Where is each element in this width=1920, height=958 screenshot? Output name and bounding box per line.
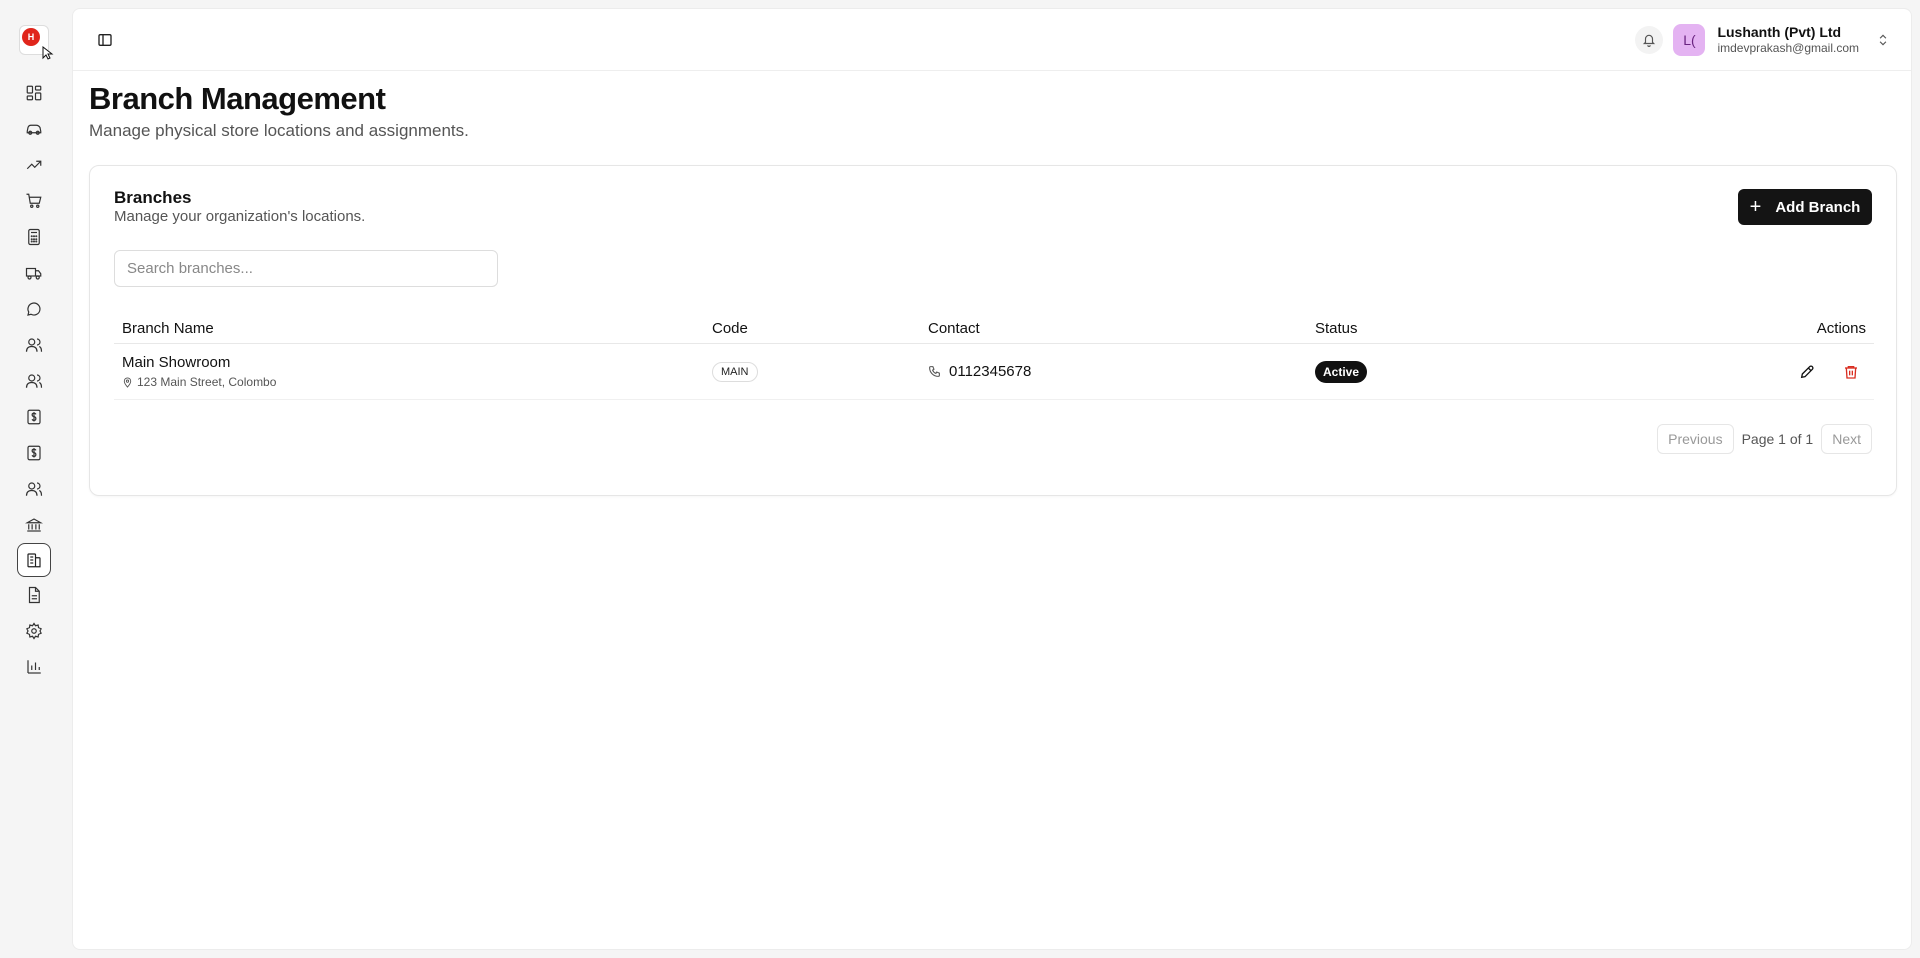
next-page-button[interactable]: Next: [1821, 424, 1872, 454]
user-menu: L( Lushanth (Pvt) Ltd imdevprakash@gmail…: [1635, 23, 1893, 56]
calculator-icon: [28, 228, 40, 246]
dashboard-icon: [26, 85, 42, 101]
sidebar-item-sales[interactable]: [16, 147, 52, 183]
contact-info: 0112345678: [928, 363, 1315, 380]
contact-phone: 0112345678: [949, 363, 1032, 380]
avatar[interactable]: L(: [1673, 23, 1706, 56]
bank-icon: [25, 518, 43, 532]
branches-table: Branch Name Code Contact Status Actions …: [114, 314, 1874, 400]
previous-page-button[interactable]: Previous: [1657, 424, 1734, 454]
trending-up-icon: [26, 160, 42, 170]
cart-icon: [26, 193, 42, 208]
page-subtitle: Manage physical store locations and assi…: [89, 121, 469, 140]
sidebar-item-delivery[interactable]: [16, 255, 52, 291]
user-email: imdevprakash@gmail.com: [1717, 40, 1859, 55]
app-logo[interactable]: H: [19, 25, 54, 60]
sidebar-nav: [16, 67, 52, 685]
page-title: Branch Management: [89, 81, 386, 116]
sidebar: H: [0, 0, 68, 958]
page-header: Branch Management Manage physical store …: [73, 71, 1911, 141]
sidebar-item-finance[interactable]: [16, 399, 52, 435]
pencil-icon: [1800, 365, 1814, 378]
truck-icon: [25, 267, 42, 280]
sidebar-item-users[interactable]: [16, 471, 52, 507]
bar-chart-icon: [27, 660, 41, 674]
page-indicator: Page 1 of 1: [1741, 431, 1814, 447]
sidebar-item-settings[interactable]: [16, 613, 52, 649]
sidebar-item-cart[interactable]: [16, 183, 52, 219]
chat-icon: [27, 302, 41, 316]
trash-icon: [1845, 365, 1857, 379]
card-title: Branches: [114, 188, 192, 207]
status-cell: Active: [1315, 360, 1615, 383]
plus-icon: +: [1749, 195, 1762, 218]
card-subtitle: Manage your organization's locations.: [114, 208, 366, 225]
sidebar-item-branches[interactable]: [17, 543, 51, 577]
row-actions: [1615, 357, 1866, 387]
code-cell: MAIN: [712, 361, 928, 382]
phone-icon: [929, 366, 940, 377]
logo-mark: H: [22, 28, 40, 46]
account-switcher-button[interactable]: [1873, 30, 1893, 50]
sidebar-toggle-button[interactable]: [91, 26, 119, 54]
status-badge: Active: [1315, 360, 1368, 383]
chevrons-up-down-icon: [1879, 34, 1887, 45]
search-input[interactable]: [114, 250, 498, 287]
user-info[interactable]: Lushanth (Pvt) Ltd imdevprakash@gmail.co…: [1717, 24, 1859, 55]
actions-cell: [1615, 357, 1874, 387]
user-name: Lushanth (Pvt) Ltd: [1717, 23, 1842, 40]
sidebar-item-documents[interactable]: [16, 577, 52, 613]
table-header: Branch Name Code Contact Status Actions: [114, 314, 1874, 344]
branch-name: Main Showroom: [122, 354, 231, 371]
panel-left-icon: [98, 33, 112, 46]
top-bar: L( Lushanth (Pvt) Ltd imdevprakash@gmail…: [73, 9, 1911, 71]
users-icon: [25, 374, 43, 388]
column-header-actions: Actions: [1816, 320, 1866, 337]
branches-card: Branches Manage your organization's loca…: [89, 165, 1897, 496]
sidebar-item-messages[interactable]: [16, 291, 52, 327]
column-header-code: Code: [712, 320, 748, 337]
pagination: Previous Page 1 of 1 Next: [1657, 424, 1872, 454]
car-icon: [26, 124, 42, 135]
sidebar-item-dashboard[interactable]: [16, 75, 52, 111]
sidebar-item-banking[interactable]: [16, 507, 52, 543]
add-branch-button[interactable]: + Add Branch: [1738, 189, 1872, 225]
delete-button[interactable]: [1836, 357, 1866, 387]
map-pin-icon: [123, 377, 132, 388]
document-icon: [28, 586, 40, 604]
branch-address: 123 Main Street, Colombo: [122, 375, 712, 389]
contact-cell: 0112345678: [928, 363, 1315, 380]
building-icon: [27, 553, 41, 568]
users-icon: [25, 482, 43, 496]
cursor-icon: [42, 46, 54, 60]
notifications-button[interactable]: [1635, 25, 1664, 54]
branch-cell: Main Showroom 123 Main Street, Colombo: [114, 354, 712, 389]
users-icon: [25, 338, 43, 352]
code-badge: MAIN: [712, 361, 758, 382]
dollar-icon: [27, 409, 41, 425]
column-header-branch-name: Branch Name: [122, 320, 214, 337]
column-header-status: Status: [1315, 320, 1358, 337]
main-panel: L( Lushanth (Pvt) Ltd imdevprakash@gmail…: [72, 8, 1912, 950]
sidebar-item-calculator[interactable]: [16, 219, 52, 255]
table-row[interactable]: Main Showroom 123 Main Street, Colombo M…: [114, 344, 1874, 400]
sidebar-item-employees[interactable]: [16, 363, 52, 399]
branch-address-text: 123 Main Street, Colombo: [137, 375, 277, 389]
sidebar-item-reports[interactable]: [16, 649, 52, 685]
sidebar-item-vehicles[interactable]: [16, 111, 52, 147]
add-branch-label: Add Branch: [1775, 198, 1861, 216]
bell-icon: [1643, 34, 1656, 47]
column-header-contact: Contact: [928, 320, 980, 337]
edit-button[interactable]: [1792, 357, 1822, 387]
sidebar-item-customers[interactable]: [16, 327, 52, 363]
sidebar-item-payments[interactable]: [16, 435, 52, 471]
dollar-icon: [27, 445, 41, 461]
settings-icon: [26, 622, 42, 640]
